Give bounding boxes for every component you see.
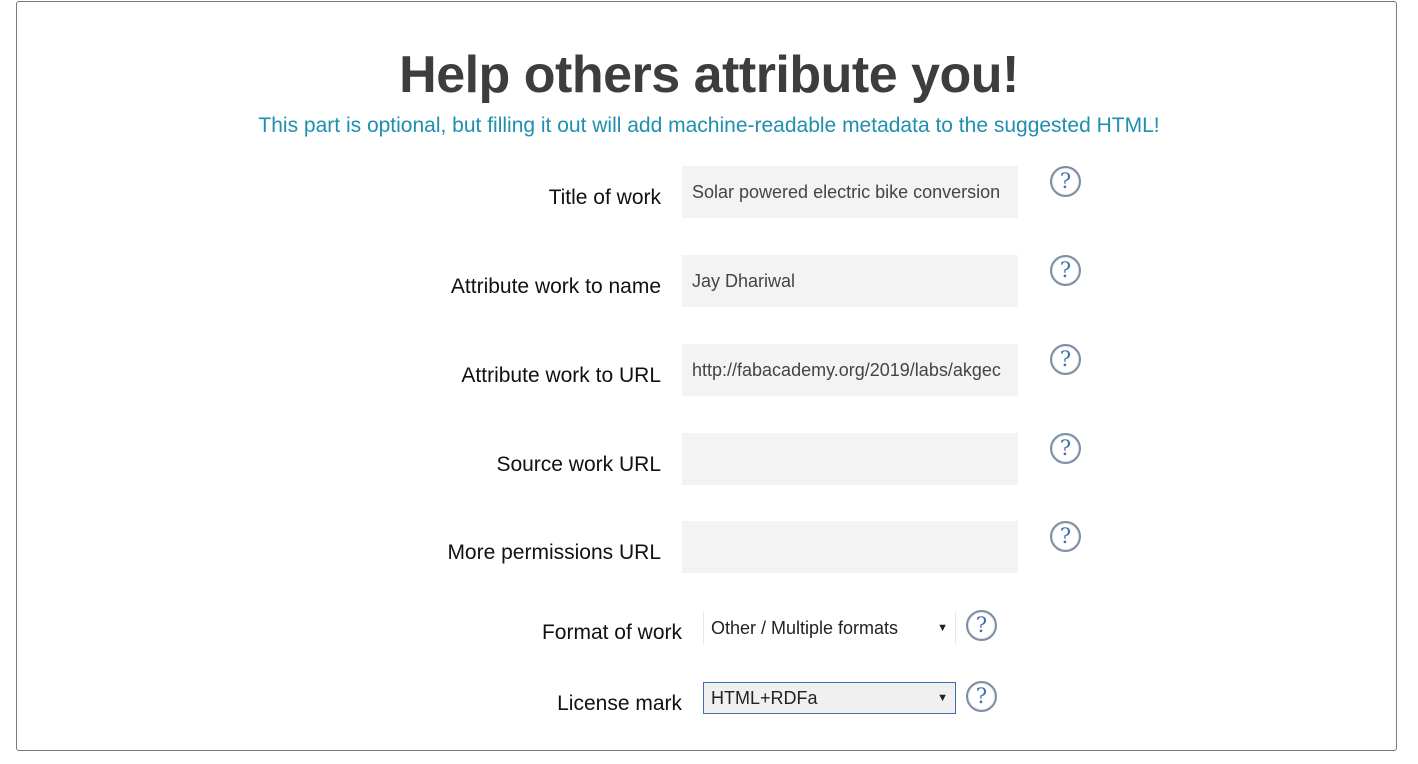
format-select[interactable]: Other / Multiple formats ▼ bbox=[703, 612, 956, 644]
attribute-name-help-icon[interactable]: ? bbox=[1050, 255, 1081, 286]
title-of-work-input[interactable] bbox=[682, 166, 1018, 218]
page-title: Help others attribute you! bbox=[399, 46, 1019, 104]
source-url-label: Source work URL bbox=[496, 453, 661, 476]
license-mark-select[interactable]: HTML+RDFa ▼ bbox=[703, 682, 956, 714]
format-help-icon[interactable]: ? bbox=[966, 610, 997, 641]
permissions-url-help-icon[interactable]: ? bbox=[1050, 521, 1081, 552]
license-mark-help-icon[interactable]: ? bbox=[966, 681, 997, 712]
source-url-help-icon[interactable]: ? bbox=[1050, 433, 1081, 464]
attribute-url-help-icon[interactable]: ? bbox=[1050, 344, 1081, 375]
permissions-url-label: More permissions URL bbox=[447, 541, 661, 564]
attribute-url-input[interactable] bbox=[682, 344, 1018, 396]
format-label: Format of work bbox=[541, 621, 682, 644]
license-mark-selected-value: HTML+RDFa bbox=[711, 687, 818, 708]
chevron-down-icon: ▼ bbox=[937, 692, 948, 704]
chevron-down-icon: ▼ bbox=[937, 622, 948, 634]
title-help-icon[interactable]: ? bbox=[1050, 166, 1081, 197]
license-mark-label: License mark bbox=[557, 692, 682, 715]
attribute-name-input[interactable] bbox=[682, 255, 1018, 307]
format-selected-value: Other / Multiple formats bbox=[711, 617, 899, 638]
permissions-url-input[interactable] bbox=[682, 521, 1018, 573]
title-of-work-label: Title of work bbox=[548, 186, 661, 209]
source-url-input[interactable] bbox=[682, 433, 1018, 485]
page-subtitle: This part is optional, but filling it ou… bbox=[258, 114, 1160, 137]
attribute-url-label: Attribute work to URL bbox=[461, 364, 661, 387]
attribute-name-label: Attribute work to name bbox=[450, 275, 661, 298]
